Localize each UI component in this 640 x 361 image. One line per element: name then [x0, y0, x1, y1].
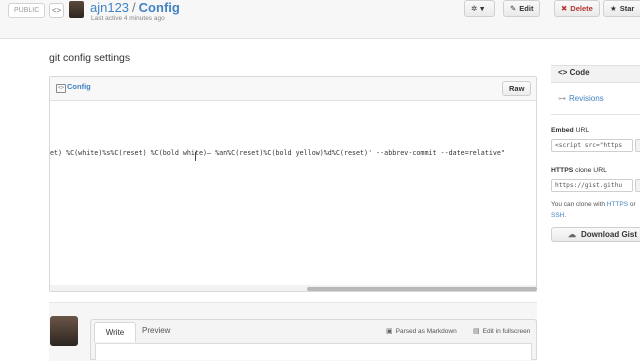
gear-icon: ✲ [471, 4, 478, 13]
fullscreen-icon: ▤ [473, 328, 480, 335]
clone-https-link[interactable]: HTTPS [607, 201, 628, 208]
delete-button-label: Delete [570, 4, 593, 13]
sidebar-divider [551, 114, 640, 115]
https-clone-field[interactable]: https://gist.githu [551, 179, 633, 192]
copy-embed-button[interactable] [635, 139, 640, 152]
star-button-label: Star [619, 4, 635, 13]
code-icon: <> [558, 68, 568, 77]
title-separator: / [132, 0, 136, 15]
file-header: <> Config Raw [50, 77, 536, 101]
edit-button[interactable]: ✎ Edit [503, 0, 541, 17]
fullscreen-label: Edit in fullscreen [482, 328, 531, 335]
clone-note-text: You can clone with [551, 201, 605, 208]
embed-url-label: Embed URL [551, 127, 589, 134]
embed-url-field[interactable]: <script src="https [551, 139, 633, 152]
code-line: et) %C(white)%s%C(reset) %C(bold white)—… [50, 149, 505, 157]
https-label: HTTPS [551, 167, 574, 174]
tab-write[interactable]: Write [94, 322, 136, 342]
clone-ssh-link[interactable]: SSH [551, 212, 564, 219]
visibility-badge: PUBLIC [8, 3, 46, 18]
star-button[interactable]: ★ Star [603, 0, 640, 17]
sidebar-code-label: <> Code [558, 68, 590, 77]
star-icon: ★ [610, 4, 617, 13]
markdown-note[interactable]: ▣ Parsed as Markdown [386, 327, 457, 335]
chevron-down-icon: ▾ [480, 4, 485, 13]
settings-dropdown-button[interactable]: ✲ ▾ [464, 0, 495, 17]
file-name-link[interactable]: Config [67, 82, 91, 91]
gist-name-link[interactable]: Config [139, 0, 180, 15]
download-icon: ☁ [568, 230, 576, 239]
embed-suffix: URL [575, 127, 590, 134]
embed-code-icon[interactable]: <> [49, 3, 64, 18]
fullscreen-link[interactable]: ▤ Edit in fullscreen [473, 327, 530, 335]
last-active-text: Last active 4 minutes ago [91, 15, 165, 22]
text-cursor [195, 152, 196, 161]
file-panel: <> Config Raw et) %C(white)%s%C(reset) %… [49, 76, 537, 292]
file-code-icon: <> [56, 84, 66, 93]
owner-avatar[interactable] [69, 1, 84, 18]
delete-button[interactable]: ✖ Delete [554, 0, 600, 17]
commenter-avatar [50, 316, 78, 346]
copy-clone-button[interactable] [635, 179, 640, 192]
download-label: Download Gist [581, 230, 637, 239]
embed-label: Embed [551, 127, 574, 134]
owner-link[interactable]: ajn123 [90, 0, 129, 15]
clone-note: You can clone with HTTPS or SSH. [551, 201, 636, 219]
pencil-icon: ✎ [510, 4, 517, 13]
comment-textarea[interactable] [95, 343, 532, 360]
edit-button-label: Edit [519, 4, 534, 13]
gist-description: git config settings [49, 52, 131, 64]
https-url-label: HTTPS clone URL [551, 167, 607, 174]
delete-icon: ✖ [561, 4, 568, 13]
clone-or-text: or [629, 201, 636, 208]
code-label-text: Code [569, 68, 590, 77]
tab-preview[interactable]: Preview [142, 326, 170, 335]
revisions-icon: ⊶ [558, 94, 566, 103]
raw-button[interactable]: Raw [502, 81, 532, 96]
markdown-icon: ▣ [386, 328, 393, 335]
download-gist-button[interactable]: ☁ Download Gist [551, 227, 640, 242]
sidebar-item-revisions[interactable]: ⊶ Revisions [558, 94, 604, 103]
scrollbar-thumb[interactable] [307, 287, 537, 291]
markdown-note-label: Parsed as Markdown [395, 328, 457, 335]
https-suffix: clone URL [575, 167, 607, 174]
revisions-label: Revisions [569, 94, 604, 103]
gist-title: ajn123/Config [90, 0, 180, 15]
